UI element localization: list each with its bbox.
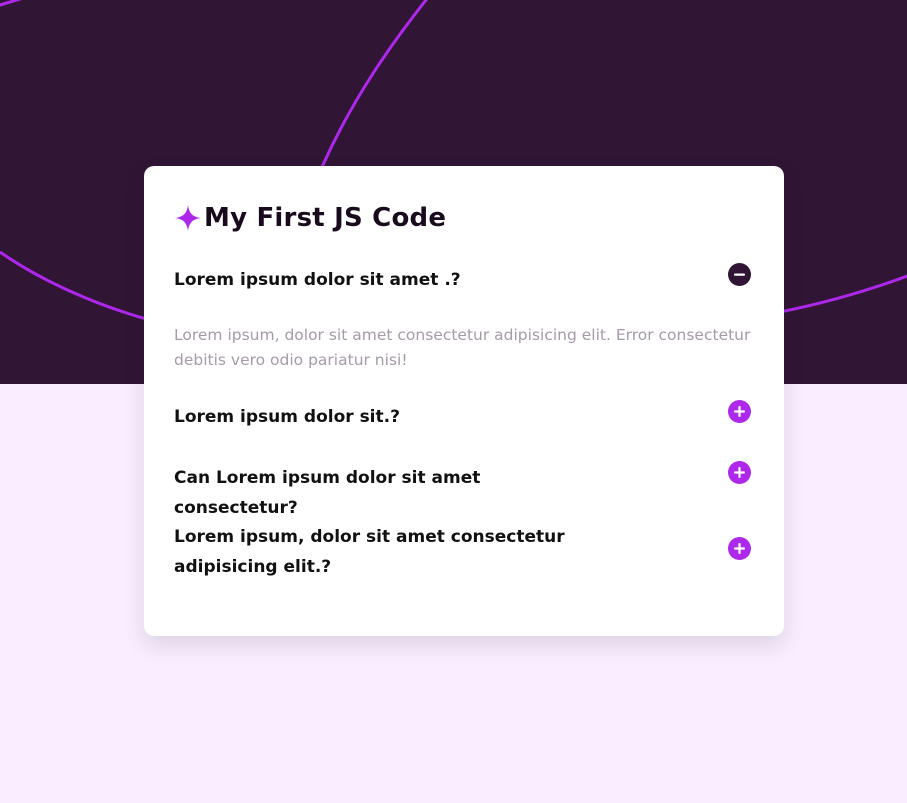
star-icon <box>175 205 201 231</box>
faq-item: Lorem ipsum, dolor sit amet consectetur … <box>174 522 752 586</box>
faq-question[interactable]: Lorem ipsum, dolor sit amet consectetur … <box>174 522 574 582</box>
faq-item: Lorem ipsum dolor sit.? <box>174 400 752 442</box>
plus-circle-icon[interactable] <box>728 537 751 560</box>
minus-circle-icon[interactable] <box>728 263 751 286</box>
faq-item: Can Lorem ipsum dolor sit amet consectet… <box>174 461 752 518</box>
faq-question[interactable]: Can Lorem ipsum dolor sit amet consectet… <box>174 463 594 523</box>
header: My First JS Code <box>174 198 446 238</box>
plus-circle-icon[interactable] <box>728 400 751 423</box>
faq-card: My First JS Code Lorem ipsum dolor sit a… <box>144 166 784 636</box>
page-title: My First JS Code <box>204 203 447 233</box>
plus-circle-icon[interactable] <box>728 461 751 484</box>
faq-answer: Lorem ipsum, dolor sit amet consectetur … <box>174 326 751 369</box>
faq-question[interactable]: Lorem ipsum dolor sit.? <box>174 402 594 432</box>
faq-item: Lorem ipsum dolor sit amet .? Lorem ipsu… <box>174 263 752 375</box>
faq-question[interactable]: Lorem ipsum dolor sit amet .? <box>174 265 594 295</box>
